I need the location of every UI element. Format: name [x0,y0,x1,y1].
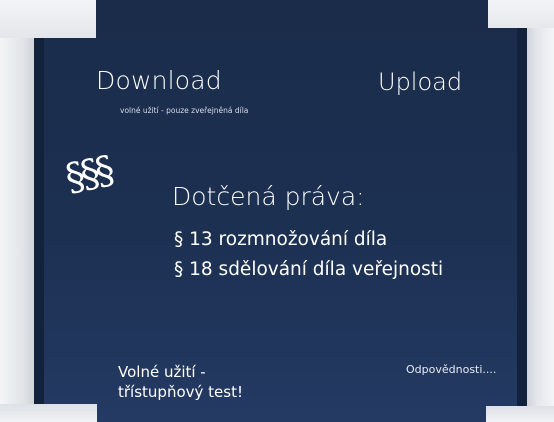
rights-heading: Dotčená práva: [172,182,365,211]
slide-inner-shadow-right [517,28,527,406]
slide-frame-right-bottom [486,406,554,422]
slide-frame-left-bottom [0,404,97,422]
rights-item: § 18 sdělování díla veřejnosti [174,259,444,280]
fair-use-line-1: Volné užití - [118,363,206,381]
rights-item: § 13 rozmnožování díla [174,229,388,250]
slide-frame-left-side [0,0,34,422]
responsibility-note: Odpovědnosti.... [406,363,497,376]
slide-frame-left-top [0,0,96,38]
slide-frame-right-top [488,0,554,28]
download-title: Download [96,66,222,95]
slide-inner-shadow-left [34,38,44,404]
slide-frame-right-side [527,0,554,422]
fair-use-note: Volné užití - třístupňový test! [118,362,278,402]
fair-use-line-2: třístupňový test! [118,383,243,401]
upload-title: Upload [378,68,463,96]
section-symbols: §§§ [61,147,115,201]
download-subtitle: volné užití - pouze zveřejněná díla [120,106,249,115]
